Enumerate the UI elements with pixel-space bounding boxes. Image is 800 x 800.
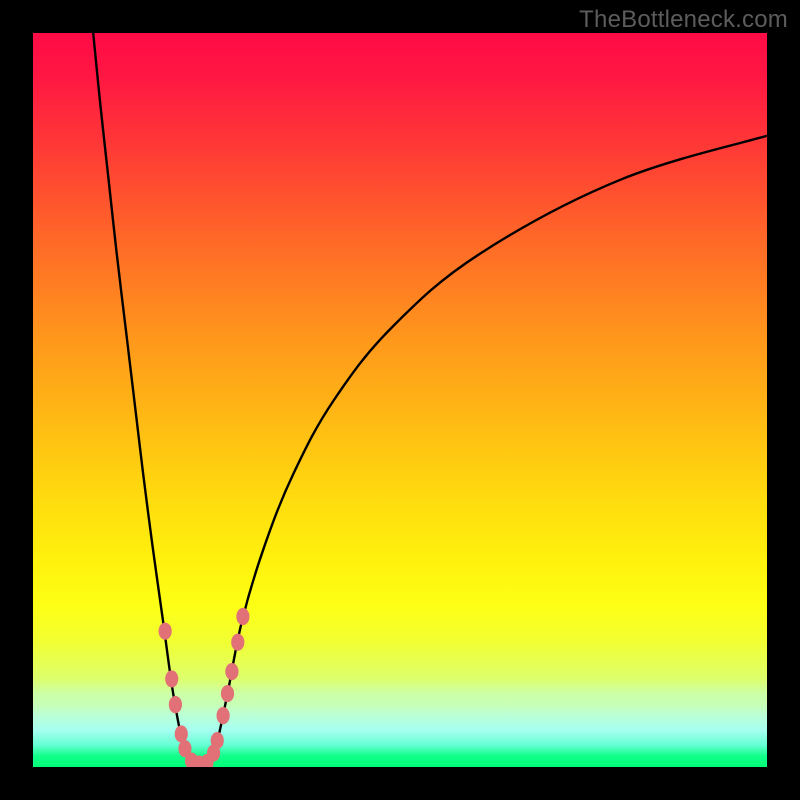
data-marker <box>225 663 238 680</box>
plot-area <box>33 33 767 767</box>
data-marker <box>211 732 224 749</box>
left-branch-curve <box>93 33 202 767</box>
curve-layer <box>33 33 767 767</box>
data-marker <box>217 707 230 724</box>
data-marker <box>159 623 172 640</box>
right-branch-curve <box>202 136 767 767</box>
data-marker <box>175 725 188 742</box>
data-marker <box>236 608 249 625</box>
data-marker <box>231 634 244 651</box>
data-marker <box>169 696 182 713</box>
watermark-text: TheBottleneck.com <box>579 6 788 34</box>
chart-frame: TheBottleneck.com <box>0 0 800 800</box>
data-marker <box>221 685 234 702</box>
marker-group <box>159 608 250 767</box>
data-marker <box>165 670 178 687</box>
